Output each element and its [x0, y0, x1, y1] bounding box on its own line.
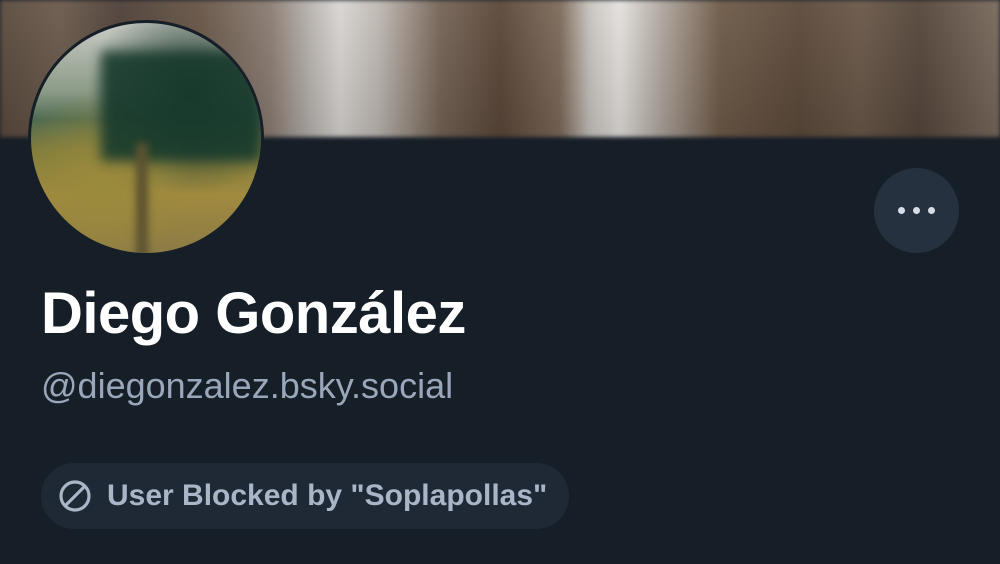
avatar-sign-shape [101, 51, 261, 161]
blocked-status-label: User Blocked by "Soplapollas" [107, 479, 548, 512]
profile-page: Diego González @diegonzalez.bsky.social … [0, 0, 1000, 564]
ellipsis-icon [913, 207, 920, 214]
avatar-post-shape [136, 143, 148, 253]
ellipsis-icon [928, 207, 935, 214]
block-icon [57, 478, 93, 514]
more-options-button[interactable] [874, 168, 959, 253]
profile-avatar[interactable] [28, 20, 264, 256]
blocked-status-badge[interactable]: User Blocked by "Soplapollas" [41, 463, 570, 529]
display-name: Diego González [41, 281, 466, 346]
profile-handle[interactable]: @diegonzalez.bsky.social [41, 365, 453, 407]
ellipsis-icon [898, 207, 905, 214]
